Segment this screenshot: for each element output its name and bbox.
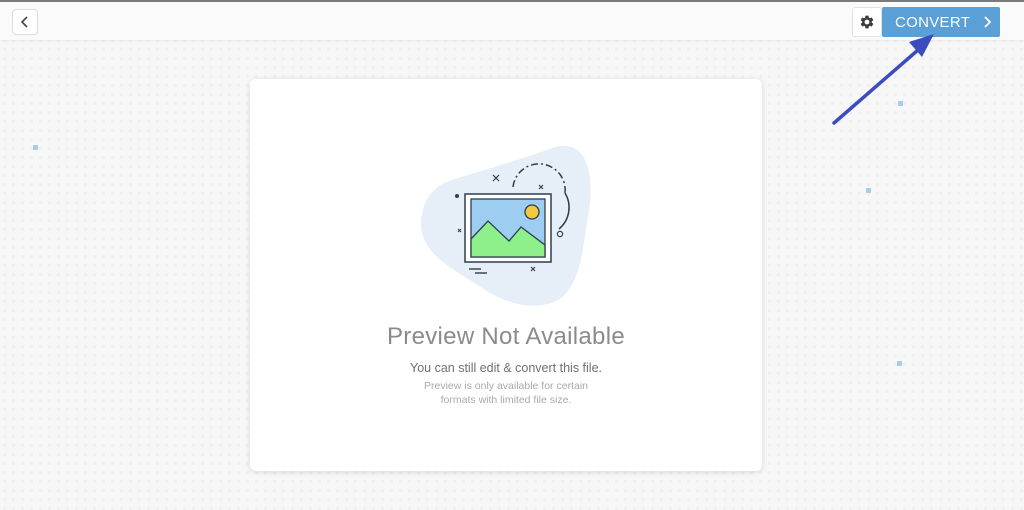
gear-icon (860, 15, 874, 29)
top-toolbar: CONVERT (0, 0, 1024, 40)
image-placeholder-icon (420, 145, 591, 306)
back-button[interactable] (12, 9, 38, 35)
chevron-left-icon (20, 16, 28, 28)
settings-button[interactable] (852, 7, 882, 37)
convert-button[interactable]: CONVERT (882, 7, 1000, 37)
preview-note: Preview is only available for certain fo… (250, 379, 762, 407)
decorative-dot (898, 101, 903, 106)
preview-card: Preview Not Available You can still edit… (250, 79, 762, 471)
preview-note-line: formats with limited file size. (440, 394, 572, 406)
decorative-dot (866, 188, 871, 193)
preview-note-line: Preview is only available for certain (424, 380, 588, 392)
decorative-dot (33, 145, 38, 150)
preview-title: Preview Not Available (387, 323, 625, 350)
preview-subtitle: You can still edit & convert this file. (410, 361, 602, 375)
convert-button-label: CONVERT (895, 13, 971, 31)
chevron-right-icon (984, 16, 992, 28)
decorative-dot (897, 361, 902, 366)
